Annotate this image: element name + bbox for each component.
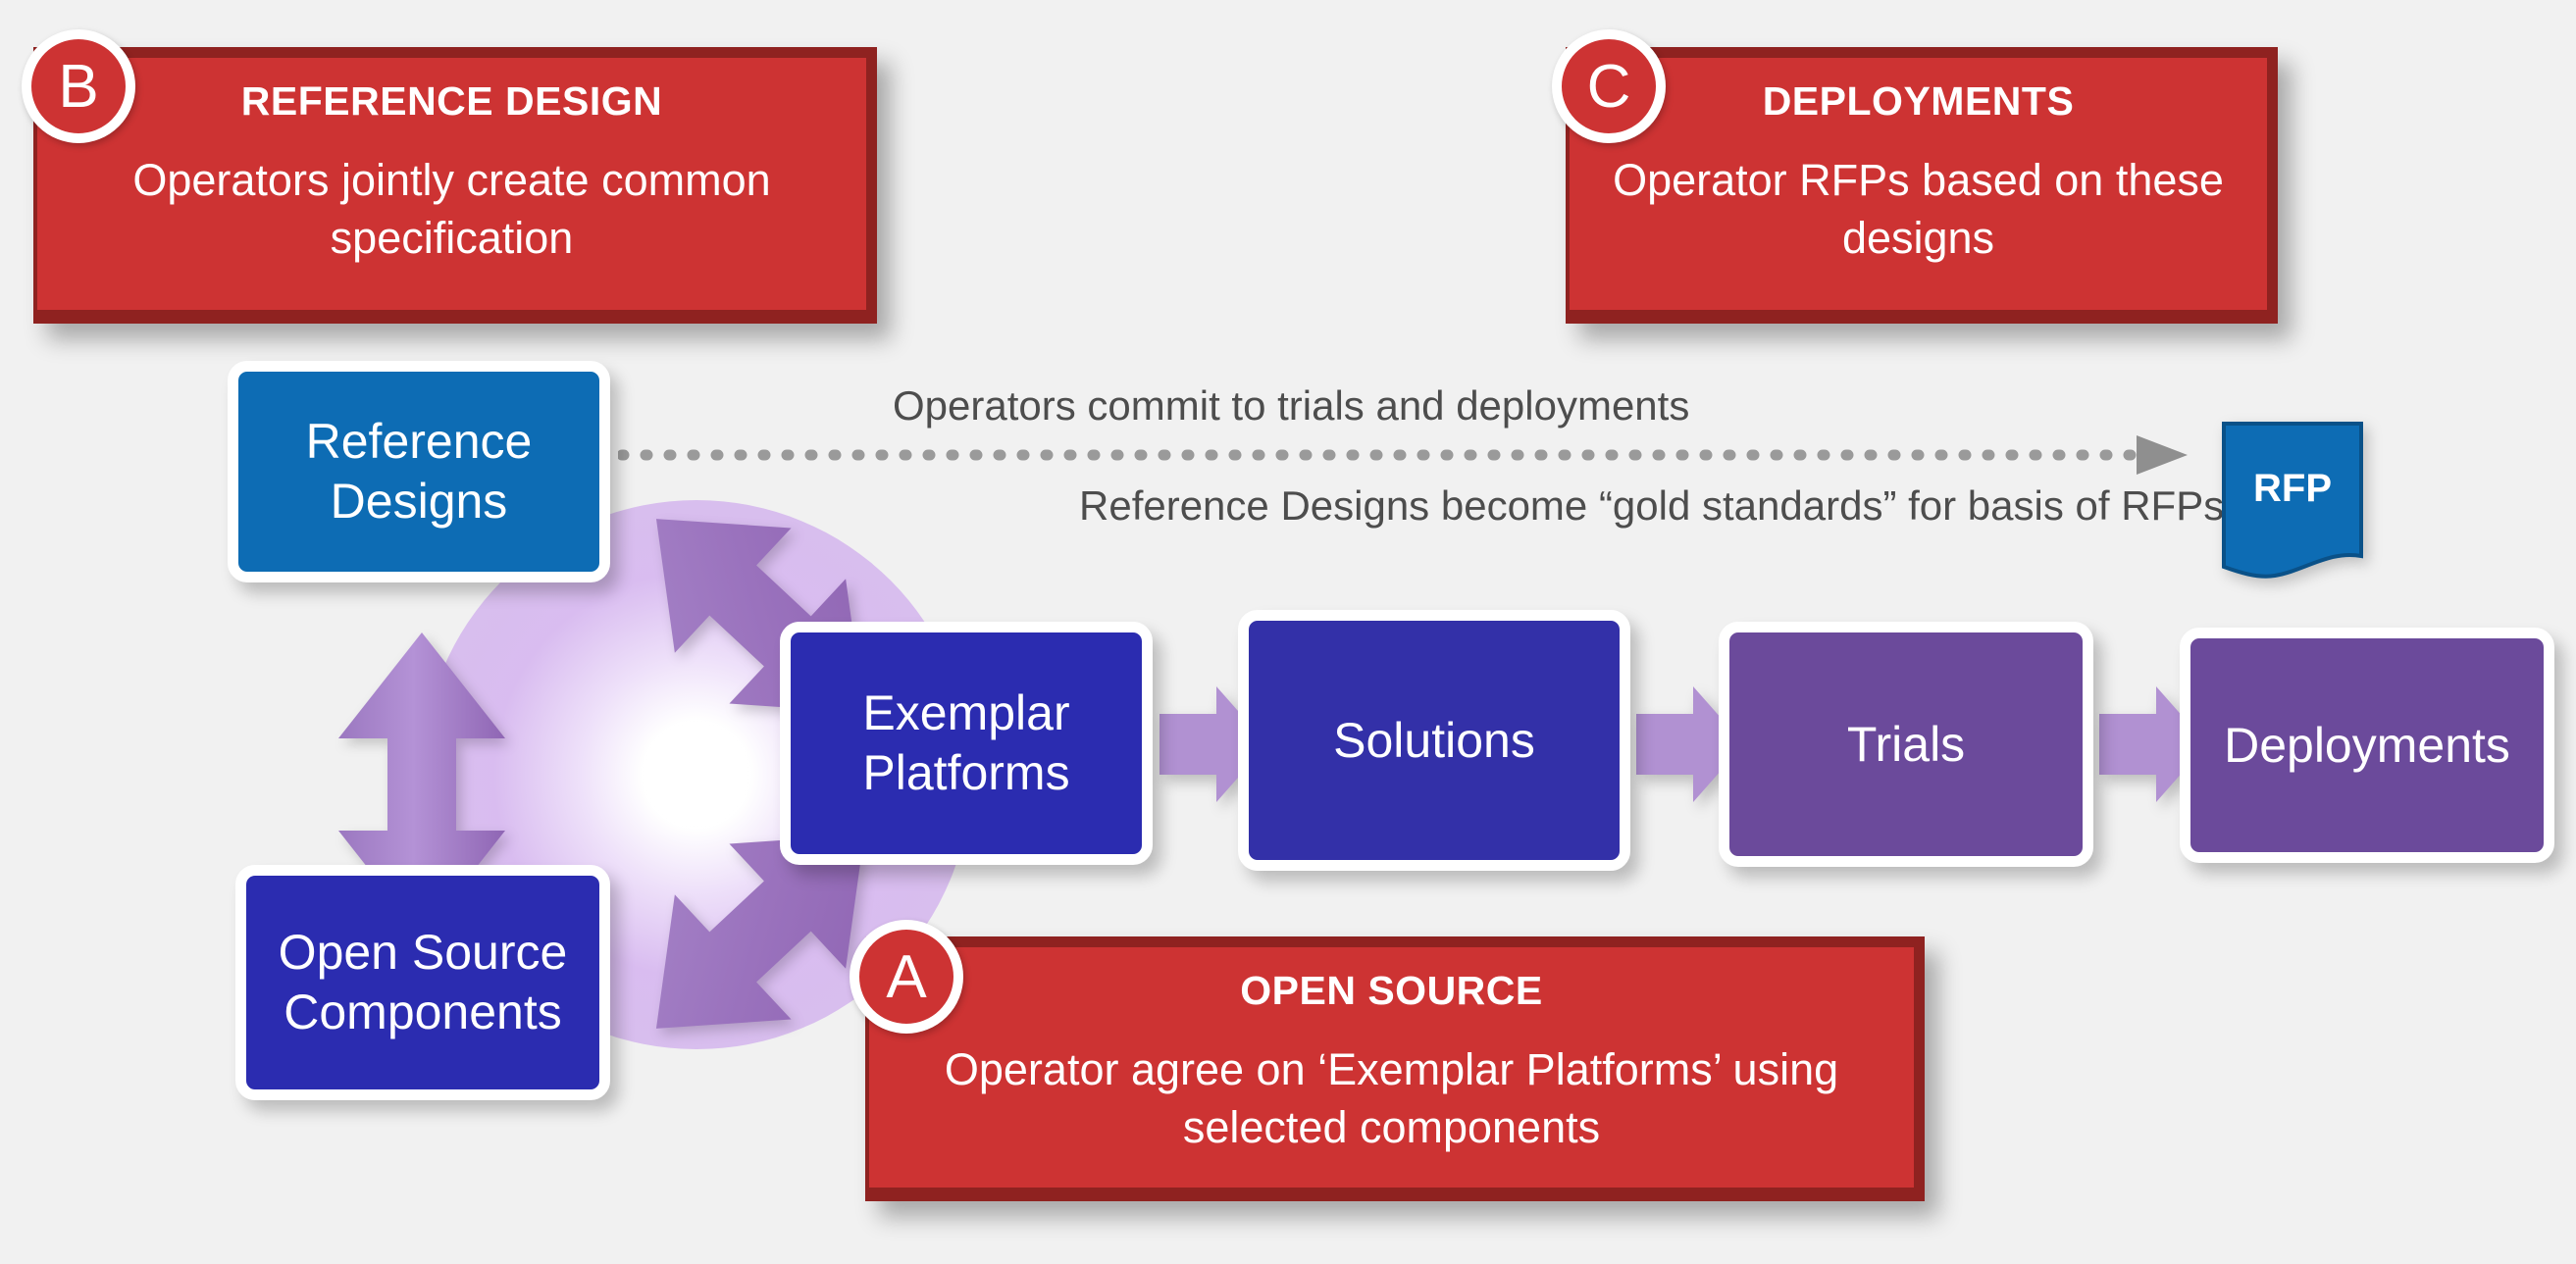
source-box-open-source-components-label: Open Source Components <box>278 925 568 1039</box>
flow-box-exemplar-platforms[interactable]: Exemplar Platforms <box>780 622 1153 865</box>
rfp-document-icon: RFP <box>2220 422 2365 579</box>
diagram-canvas: Operators commit to trials and deploymen… <box>0 0 2576 1264</box>
source-box-reference-designs-label: Reference Designs <box>305 414 533 529</box>
callout-deployments-title: DEPLOYMENTS <box>1762 78 2075 124</box>
callout-open-source: OPEN SOURCE Operator agree on ‘Exemplar … <box>865 936 1925 1201</box>
flow-box-trials[interactable]: Trials <box>1719 622 2093 867</box>
flow-box-solutions-label: Solutions <box>1333 712 1535 768</box>
flow-box-deployments-label: Deployments <box>2224 717 2510 773</box>
callout-deployments-body: Operator RFPs based on these designs <box>1613 155 2224 264</box>
callout-open-source-title: OPEN SOURCE <box>1240 968 1543 1013</box>
callout-deployments: DEPLOYMENTS Operator RFPs based on these… <box>1566 47 2278 324</box>
source-box-open-source-components[interactable]: Open Source Components <box>235 865 610 1100</box>
badge-a: A <box>850 920 963 1034</box>
flow-box-trials-label: Trials <box>1846 716 1966 772</box>
badge-b: B <box>22 29 135 143</box>
callout-reference-design: REFERENCE DESIGN Operators jointly creat… <box>33 47 877 324</box>
badge-c: C <box>1552 29 1666 143</box>
flow-box-deployments[interactable]: Deployments <box>2180 628 2554 863</box>
callout-open-source-body: Operator agree on ‘Exemplar Platforms’ u… <box>944 1044 1839 1153</box>
callout-reference-design-body: Operators jointly create common specific… <box>132 155 771 264</box>
note-operators-commit: Operators commit to trials and deploymen… <box>893 382 1690 429</box>
source-box-reference-designs[interactable]: Reference Designs <box>228 361 610 582</box>
flow-box-solutions[interactable]: Solutions <box>1238 610 1630 871</box>
callout-reference-design-title: REFERENCE DESIGN <box>240 78 663 124</box>
flow-box-exemplar-platforms-label: Exemplar Platforms <box>862 685 1070 800</box>
note-gold-standards: Reference Designs become “gold standards… <box>1079 482 2225 529</box>
